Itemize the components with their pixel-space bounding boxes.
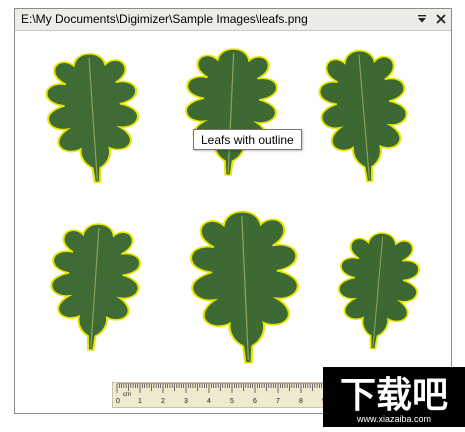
- image-window: E:\My Documents\Digimizer\Sample Images\…: [14, 8, 452, 414]
- watermark-logo: 下载吧 www.xiazaiba.com: [323, 367, 465, 427]
- tooltip: Leafs with outline: [193, 129, 302, 150]
- dropdown-menu-icon[interactable]: [413, 10, 431, 28]
- close-icon[interactable]: [432, 10, 450, 28]
- ruler-number: 0: [116, 398, 120, 405]
- title-bar[interactable]: E:\My Documents\Digimizer\Sample Images\…: [15, 9, 451, 31]
- ruler-number: 2: [161, 398, 165, 405]
- ruler-number: 6: [253, 398, 257, 405]
- ruler-number: 8: [299, 398, 303, 405]
- ruler-number: 7: [276, 398, 280, 405]
- watermark-url-text: www.xiazaiba.com: [356, 414, 431, 424]
- ruler-number: 4: [207, 398, 211, 405]
- leafs-image: [42, 46, 424, 366]
- window-title: E:\My Documents\Digimizer\Sample Images\…: [21, 12, 308, 26]
- leaf-4: [46, 221, 144, 353]
- ruler-unit: cm: [123, 392, 131, 398]
- leaf-6: [332, 229, 424, 352]
- ruler-number: 3: [184, 398, 188, 405]
- ruler-ticks: [116, 384, 334, 393]
- image-canvas[interactable]: [16, 31, 450, 413]
- leaf-5: [187, 209, 303, 366]
- watermark-main-text: 下载吧: [340, 375, 448, 416]
- ruler-number: 5: [230, 398, 234, 405]
- leaf-1: [42, 50, 144, 186]
- leaf-3: [315, 47, 414, 185]
- ruler: cm 0 1 2 3 4 5 6 7 8 9: [112, 382, 337, 408]
- ruler-number: 1: [138, 398, 142, 405]
- leaf-2: [182, 46, 280, 178]
